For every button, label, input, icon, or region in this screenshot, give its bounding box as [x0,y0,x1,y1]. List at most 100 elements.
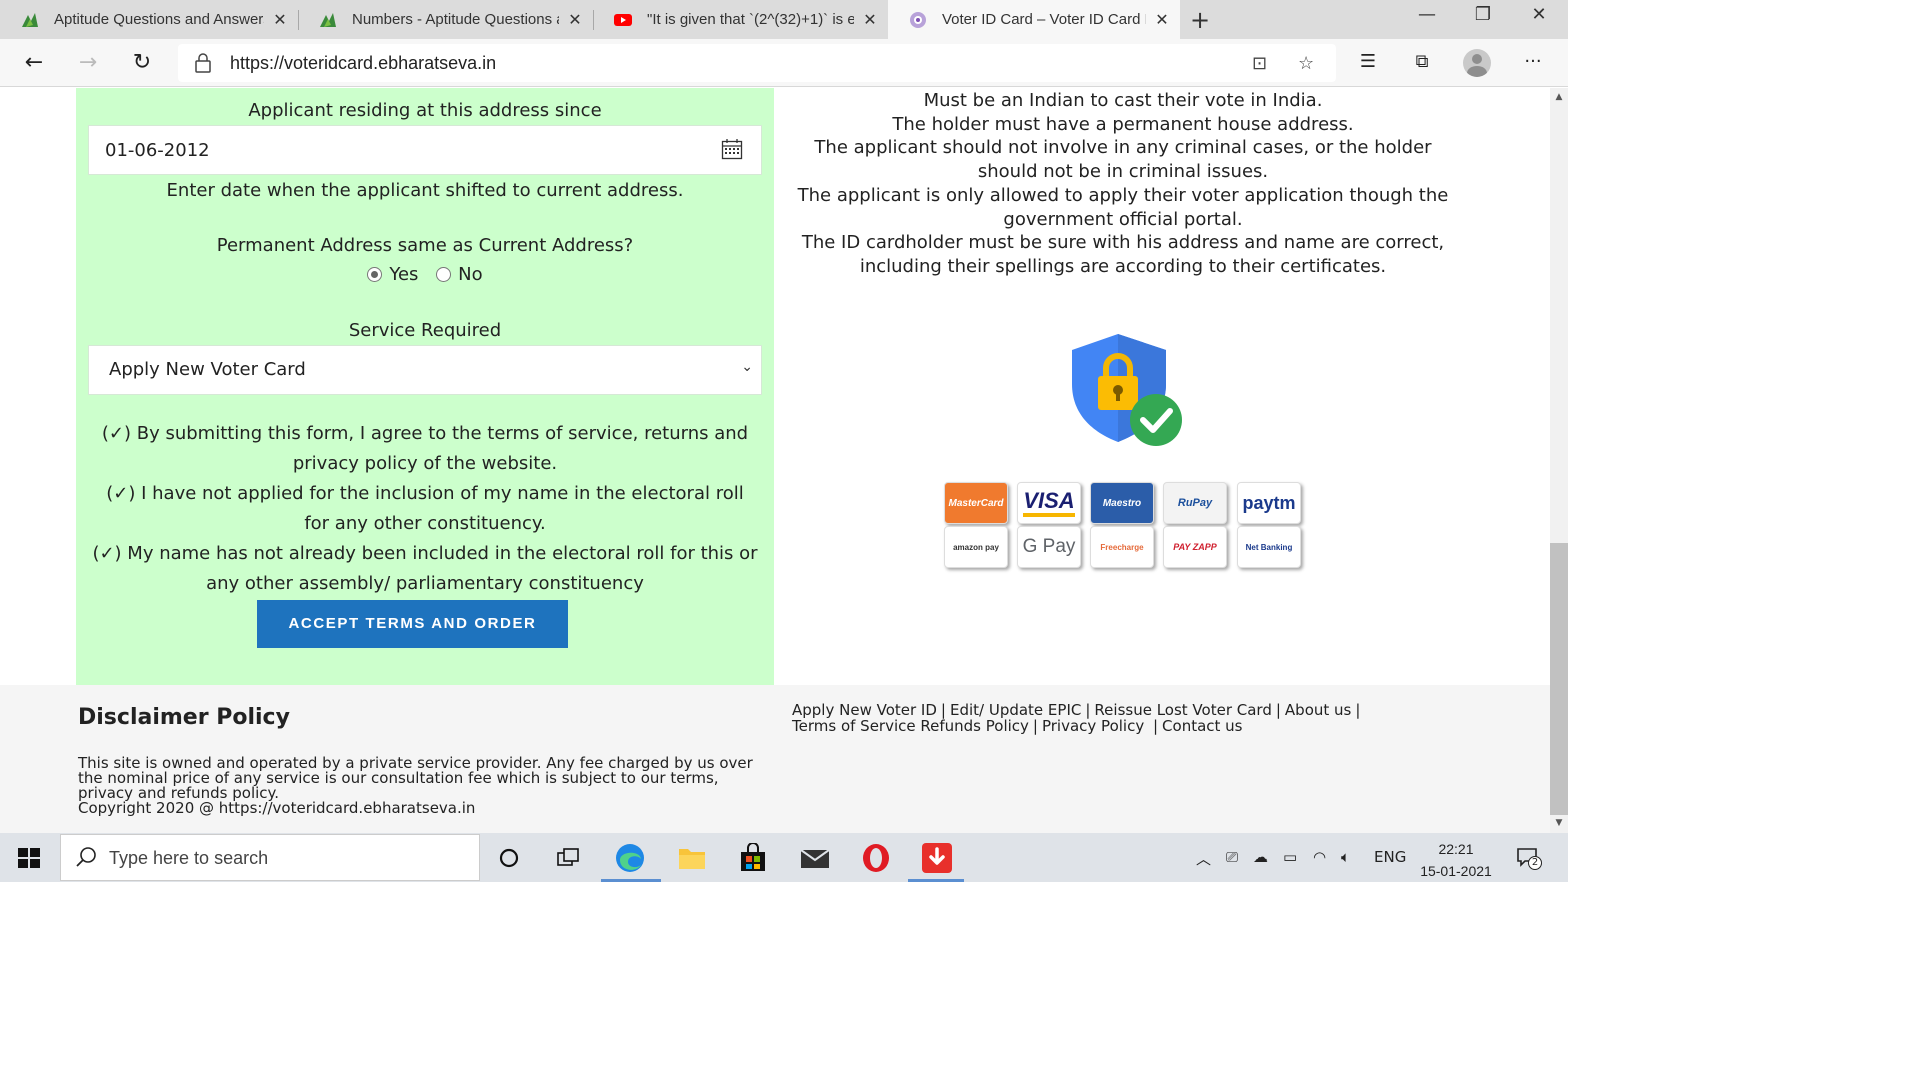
footer-link-privacy-policy[interactable]: Privacy Policy [1042,717,1144,735]
tab-close-icon[interactable]: ✕ [272,10,288,29]
meet-now-icon[interactable]: ⎚ [1226,848,1238,866]
restore-icon[interactable]: ❐ [1468,4,1498,25]
residing-date-value: 01-06-2012 [105,140,210,161]
battery-icon[interactable]: ▭ [1283,848,1297,866]
favorite-star-icon[interactable]: ☆ [1298,53,1314,74]
more-menu-icon[interactable]: ··· [1519,51,1547,72]
taskbar-search-box[interactable]: Type here to search [60,834,480,881]
notifications-icon[interactable]: 2 [1516,846,1542,870]
disclaimer-text: This site is owned and operated by a pri… [78,756,768,816]
volume-icon[interactable]: 🔈︎ [1341,848,1350,866]
navigation-bar: ← → ↻ https://voteridcard.ebharatseva.in… [0,39,1568,87]
collections-icon[interactable]: ⧉ [1408,51,1436,72]
cortana-icon[interactable] [491,841,527,875]
file-explorer-icon[interactable] [674,841,710,875]
active-app-indicator [601,879,661,882]
disclaimer-title: Disclaimer Policy [78,705,290,730]
scroll-down-icon[interactable]: ▼ [1550,818,1568,828]
maestro-icon: Maestro [1090,482,1154,524]
youtube-icon [614,13,632,26]
close-window-icon[interactable]: ✕ [1524,4,1554,25]
address-bar[interactable]: https://voteridcard.ebharatseva.in ⊡ ☆ [178,44,1336,82]
microsoft-store-icon[interactable] [735,841,771,875]
onedrive-cloud-icon[interactable]: ☁ [1253,848,1268,866]
show-hidden-icons-chevron-icon[interactable]: ︿ [1196,848,1211,869]
accept-terms-button[interactable]: ACCEPT TERMS AND ORDER [257,600,568,648]
system-clock[interactable]: 22:21 15-01-2021 [1416,838,1496,882]
tab-close-icon[interactable]: ✕ [567,10,583,29]
favorites-icon[interactable]: ☰ [1354,51,1382,72]
indiabix-icon [22,12,38,27]
eligibility-line: Must be an Indian to cast their vote in … [923,90,1323,111]
tab-close-icon[interactable]: ✕ [862,10,878,29]
lock-icon [195,53,211,73]
page-footer: Disclaimer Policy This site is owned and… [0,685,1550,833]
mail-icon[interactable] [797,841,833,875]
language-indicator[interactable]: ENG [1374,848,1406,866]
wifi-icon[interactable]: ◠ [1313,848,1326,866]
footer-link-about-us[interactable]: About us [1285,701,1351,719]
footer-link-terms-of-service[interactable]: Terms of Service [792,717,916,735]
permanent-address-radio-group: Yes No [76,264,774,287]
windows-start-icon[interactable] [18,848,40,868]
terms-agreement-3: (✓) My name has not already been include… [92,543,758,594]
net-banking-icon: Net Banking [1237,526,1301,568]
windows-taskbar: Type here to search ︿ ⎚ ☁ ▭ ◠ 🔈︎ ENG 22:… [0,833,1568,882]
tab-numbers-aptitude[interactable]: Numbers - Aptitude Questions a ✕ [298,0,593,39]
active-app-indicator [908,879,964,882]
task-view-icon[interactable] [550,841,586,875]
refresh-icon[interactable]: ↻ [128,49,156,77]
permanent-address-label: Permanent Address same as Current Addres… [216,235,634,256]
chevron-down-icon: ⌄ [741,359,753,375]
service-selected-value: Apply New Voter Card [109,359,306,380]
tab-bar: Aptitude Questions and Answers ✕ Numbers… [0,0,1568,39]
search-placeholder: Type here to search [109,848,269,868]
permanent-yes-radio[interactable]: Yes [367,264,418,285]
residing-since-label: Applicant residing at this address since [248,100,602,121]
service-required-select[interactable]: Apply New Voter Card ⌄ [88,345,762,395]
google-pay-icon: G Pay [1017,526,1081,568]
download-manager-icon[interactable] [919,841,955,875]
paytm-icon: paytm [1237,482,1301,524]
immersive-reader-icon[interactable]: ⊡ [1252,53,1267,74]
profile-avatar[interactable] [1463,49,1491,77]
forward-icon[interactable]: → [74,49,102,77]
eligibility-line: The applicant should not involve in any … [814,137,1432,183]
service-required-label: Service Required [348,320,502,341]
eligibility-line: The applicant is only allowed to apply t… [797,184,1449,230]
payzapp-icon: PAY ZAPP [1163,526,1227,568]
tab-voter-id-card[interactable]: Voter ID Card – Voter ID Card Re ✕ [888,0,1180,39]
minimize-icon[interactable]: — [1412,4,1442,25]
calendar-icon[interactable] [721,138,743,160]
page-content: Applicant residing at this address since… [0,88,1550,833]
new-tab-button[interactable]: + [1187,6,1213,34]
scroll-up-icon[interactable]: ▲ [1550,92,1568,102]
visa-icon: VISA [1017,482,1081,524]
residing-date-input[interactable]: 01-06-2012 [88,125,762,175]
permanent-no-radio[interactable]: No [436,264,483,285]
clock-time: 22:21 [1438,841,1474,857]
tab-aptitude-questions[interactable]: Aptitude Questions and Answers ✕ [0,0,298,39]
edge-browser-icon[interactable] [612,841,648,875]
site-icon [910,11,926,28]
clock-date: 15-01-2021 [1420,863,1492,879]
footer-links: Apply New Voter ID | Edit/ Update EPIC | Rei… [792,701,1361,735]
secure-shield-icon [1072,334,1182,446]
eligibility-line: The ID cardholder must be sure with his … [801,232,1445,277]
url-text: https://voteridcard.ebharatseva.in [230,53,497,73]
opera-icon[interactable] [858,841,894,875]
mastercard-icon: MasterCard [944,482,1008,524]
terms-agreement-2: (✓) I have not applied for the inclusion… [106,483,744,534]
freecharge-icon: Freecharge [1090,526,1154,568]
amazon-pay-icon: amazon pay [944,526,1008,568]
copyright-text: Copyright 2020 @ https://voteridcard.ebh… [78,799,476,817]
footer-link-contact-us[interactable]: Contact us [1162,717,1242,735]
scrollbar-thumb[interactable] [1550,543,1568,815]
back-icon[interactable]: ← [20,49,48,77]
radio-selected [367,267,383,282]
search-icon [76,847,96,867]
tab-close-icon[interactable]: ✕ [1154,10,1170,29]
notification-count-badge: 2 [1528,856,1542,870]
footer-link-refunds-policy[interactable]: Refunds Policy [920,717,1029,735]
tab-youtube-video[interactable]: "It is given that `(2^(32)+1)` is ex ✕ [593,0,888,39]
